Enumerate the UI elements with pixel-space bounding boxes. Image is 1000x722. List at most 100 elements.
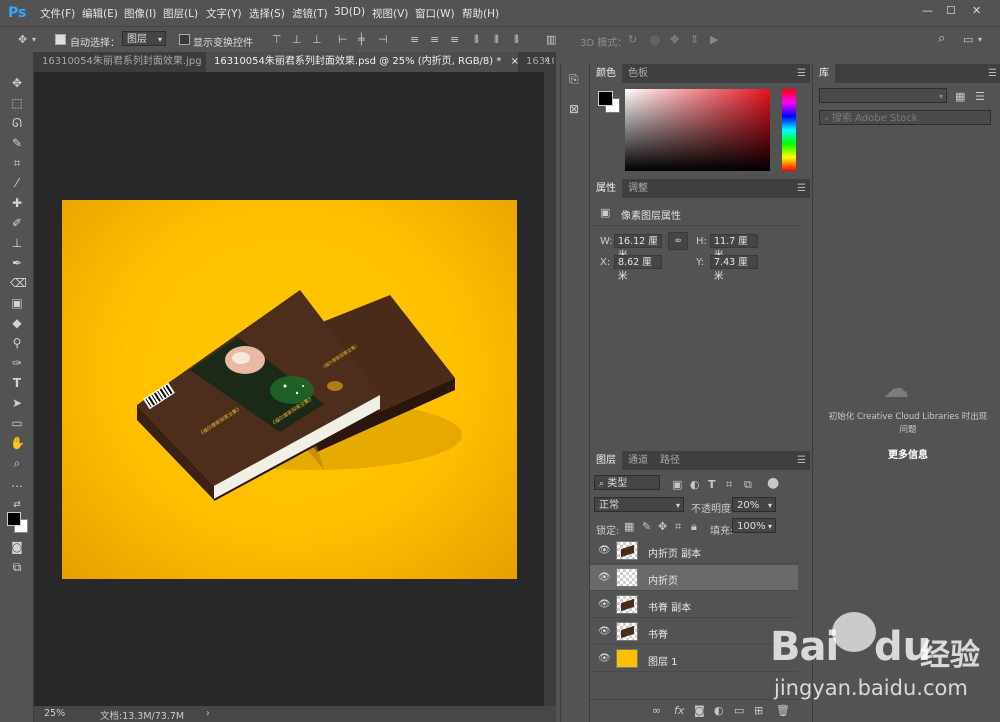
transform-controls-checkbox[interactable] [179, 34, 190, 45]
auto-align-icon[interactable]: ▥ [546, 34, 556, 46]
3d-scale-icon[interactable]: ▶ [710, 34, 718, 46]
menu-edit[interactable]: 编辑(E) [82, 6, 118, 21]
x-field[interactable]: 8.62 厘米 [614, 255, 662, 282]
stock-search-input[interactable]: ⌕ 搜索 Adobe Stock [819, 110, 991, 125]
workspace-icon[interactable]: ▭ [963, 34, 973, 46]
align-vcenter-icon[interactable]: ⊥ [292, 34, 302, 46]
minimize-button[interactable]: — [922, 4, 933, 17]
distribute-vcenter-icon[interactable]: ≡ [430, 34, 439, 46]
menu-type[interactable]: 文字(Y) [206, 6, 242, 21]
visibility-eye-icon[interactable]: 👁︎ [598, 599, 611, 610]
blend-mode-dropdown[interactable]: 正常 ▾ [594, 497, 684, 512]
align-bottom-icon[interactable]: ⊥ [312, 34, 322, 46]
3d-rotate-icon[interactable]: ↻ [628, 34, 637, 46]
3d-slide-icon[interactable]: ⇕ [690, 34, 699, 46]
3d-pan-icon[interactable]: ✥ [670, 34, 679, 46]
distribute-left-icon[interactable]: ⦀ [474, 34, 479, 46]
marquee-tool-icon[interactable]: ⬚ [10, 96, 24, 110]
filter-toggle-icon[interactable]: ● [767, 476, 779, 490]
align-hcenter-icon[interactable]: ╪ [358, 34, 365, 46]
width-field[interactable]: 16.12 厘米 [614, 234, 662, 261]
fill-field[interactable]: 100% ▾ [732, 518, 776, 533]
new-layer-icon[interactable]: ⊞ [754, 705, 763, 717]
opacity-field[interactable]: 20% ▾ [732, 497, 776, 512]
properties-panel-icon[interactable]: ⊠ [569, 102, 579, 116]
panel-menu-icon[interactable]: ☰ [988, 68, 997, 79]
tab-properties[interactable]: 属性 [590, 179, 622, 198]
layer-row[interactable]: 👁︎ 图层 1 [590, 646, 798, 672]
layer-row-selected[interactable]: 👁︎ 内折页 [590, 565, 798, 591]
menu-select[interactable]: 选择(S) [249, 6, 285, 21]
gradient-tool-icon[interactable]: ▣ [10, 296, 24, 310]
eyedropper-tool-icon[interactable]: ⁄ [10, 176, 24, 190]
tab-psd[interactable]: 16310054朱丽君系列封面效果.psd @ 25% (内折页, RGB/8)… [206, 52, 519, 72]
delete-layer-icon[interactable]: 🗑︎ [776, 705, 790, 717]
menu-view[interactable]: 视图(V) [372, 6, 408, 21]
tab-swatches[interactable]: 色板 [622, 64, 654, 83]
visibility-eye-icon[interactable]: 👁︎ [598, 545, 611, 556]
zoom-tool-icon[interactable]: ⌕ [10, 456, 24, 470]
clone-stamp-tool-icon[interactable]: ⊥ [10, 236, 24, 250]
tab-paths[interactable]: 路径 [654, 451, 686, 470]
lasso-tool-icon[interactable]: ᘏ [10, 116, 24, 130]
height-field[interactable]: 11.7 厘米 [710, 234, 758, 261]
chevron-down-icon[interactable]: ▾ [32, 34, 36, 46]
tab-channels[interactable]: 通道 [622, 451, 654, 470]
menu-window[interactable]: 窗口(W) [415, 6, 455, 21]
lock-pixels-icon[interactable]: ✎ [642, 521, 651, 533]
zoom-level[interactable]: 25% [44, 708, 65, 719]
quick-mask-icon[interactable]: ◙ [10, 540, 24, 554]
menu-image[interactable]: 图像(I) [124, 6, 156, 21]
layer-filter-dropdown[interactable]: ⌕ 类型 [594, 475, 660, 490]
distribute-hcenter-icon[interactable]: ⦀ [494, 34, 499, 46]
dodge-tool-icon[interactable]: ⚲ [10, 336, 24, 350]
layer-row[interactable]: 👁︎ 内折页 副本 [590, 538, 798, 564]
screen-mode-icon[interactable]: ⧉ [10, 560, 24, 574]
align-left-icon[interactable]: ⊢ [338, 34, 348, 46]
list-view-icon[interactable]: ☰ [975, 91, 985, 103]
menu-file[interactable]: 文件(F) [40, 6, 75, 21]
add-mask-icon[interactable]: ◙ [694, 705, 705, 717]
more-info-link[interactable]: 更多信息 [825, 446, 991, 461]
lock-transparency-icon[interactable]: ▦ [624, 521, 634, 533]
tabs-overflow-icon[interactable]: » [544, 55, 550, 66]
align-top-icon[interactable]: ⊤ [272, 34, 282, 46]
history-panel-icon[interactable]: ⎘ [569, 72, 579, 87]
maximize-button[interactable]: ☐ [946, 4, 956, 17]
panel-menu-icon[interactable]: ☰ [797, 455, 806, 466]
new-adjustment-icon[interactable]: ◐ [714, 705, 724, 717]
close-button[interactable]: ✕ [972, 4, 981, 17]
move-tool-icon[interactable]: ✥ [10, 76, 24, 90]
hand-tool-icon[interactable]: ✋ [10, 436, 25, 450]
filter-shape-icon[interactable]: ⌗ [726, 479, 732, 491]
menu-3d[interactable]: 3D(D) [334, 6, 365, 18]
tab-color[interactable]: 颜色 [590, 64, 622, 83]
visibility-eye-icon[interactable]: 👁︎ [598, 626, 611, 637]
3d-roll-icon[interactable]: ◎ [650, 34, 660, 46]
auto-select-dropdown[interactable]: 图层 ▾ [122, 31, 166, 46]
pen-tool-icon[interactable]: ✑ [10, 356, 24, 370]
document-canvas[interactable]: 《福尔摩斯探案全集》 《福尔摩斯探案全集》 （福尔摩斯探案全集） [62, 200, 517, 579]
brush-tool-icon[interactable]: ✐ [10, 216, 24, 230]
filter-smart-object-icon[interactable]: ⧉ [744, 479, 752, 491]
filter-adjustment-icon[interactable]: ◐ [690, 479, 700, 491]
eraser-tool-icon[interactable]: ⌫ [10, 276, 27, 290]
layer-style-icon[interactable]: fx [674, 705, 684, 717]
menu-help[interactable]: 帮助(H) [462, 6, 499, 21]
panel-menu-icon[interactable]: ☰ [797, 183, 806, 194]
filter-pixel-icon[interactable]: ▣ [672, 479, 682, 491]
rectangle-tool-icon[interactable]: ▭ [10, 416, 24, 430]
link-icon[interactable]: ∞ [668, 232, 688, 250]
tab-layers[interactable]: 图层 [590, 451, 622, 470]
distribute-bottom-icon[interactable]: ≡ [450, 34, 459, 46]
path-select-tool-icon[interactable]: ➤ [10, 396, 24, 410]
chevron-down-icon[interactable]: ▾ [978, 34, 982, 46]
align-right-icon[interactable]: ⊣ [378, 34, 388, 46]
quick-select-tool-icon[interactable]: ✎ [10, 136, 24, 150]
lock-artboard-icon[interactable]: ⌗ [675, 521, 681, 533]
y-field[interactable]: 7.43 厘米 [710, 255, 758, 282]
lock-position-icon[interactable]: ✥ [658, 521, 667, 533]
layer-row[interactable]: 👁︎ 书脊 副本 [590, 592, 798, 618]
filter-type-icon[interactable]: T [708, 479, 716, 491]
swap-colors-icon[interactable]: ⇄ [10, 498, 24, 512]
